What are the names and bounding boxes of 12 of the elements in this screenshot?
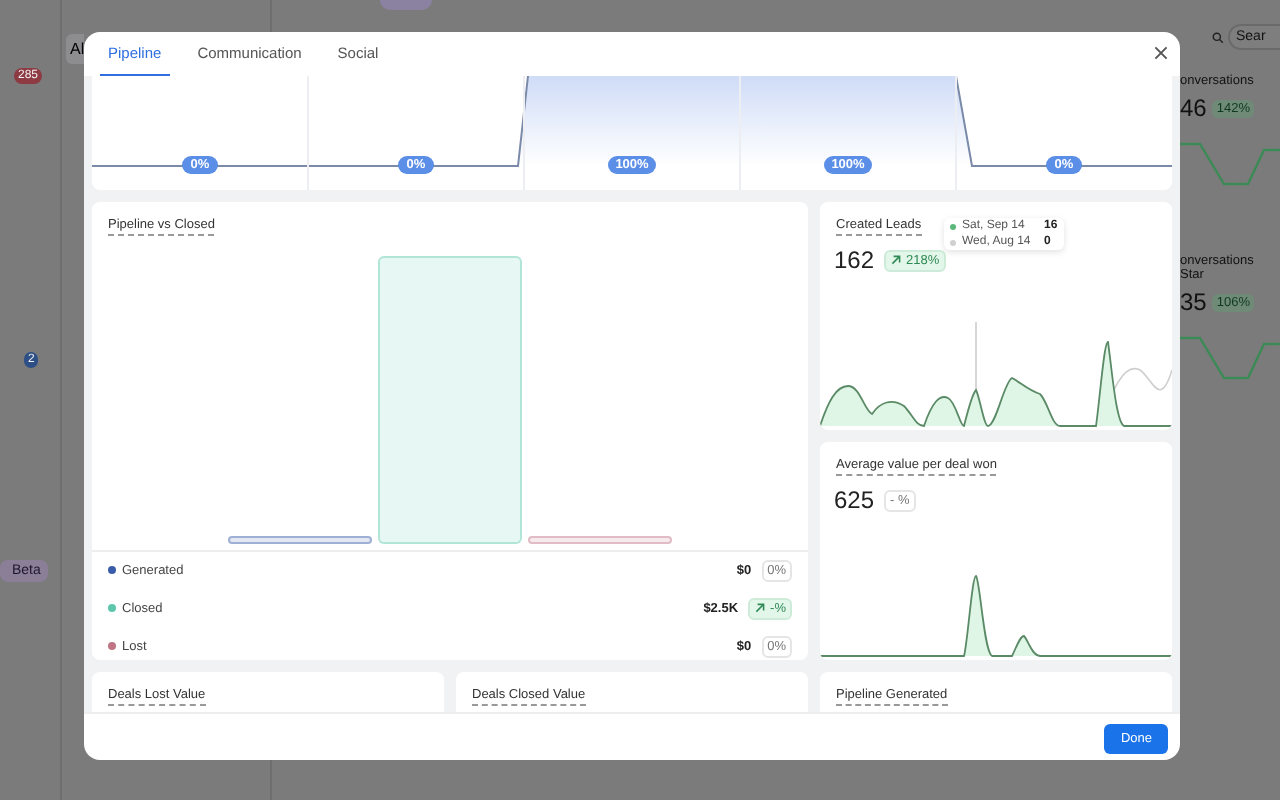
header-pill [380,0,432,10]
list-header[interactable]: Al [66,34,85,64]
bar [228,536,372,545]
search-icon [1212,29,1224,45]
bar [528,536,672,545]
close-icon[interactable] [1154,46,1168,60]
metric-value: 35 [1180,288,1207,316]
arrow-up-right-icon [754,602,767,615]
metric-value: 162 [834,246,875,275]
arrow-up-right-icon [890,254,903,267]
metric-value: 46 [1180,94,1207,122]
metric-value: 625 [834,486,875,515]
